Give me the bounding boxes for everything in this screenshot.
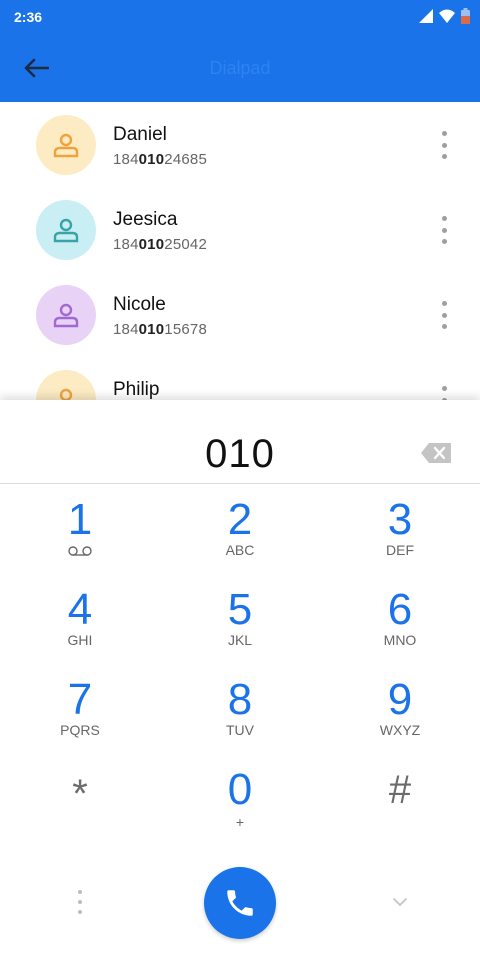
dialpad: 010 1 2 ABC 3 DEF 4 GHI 5 JKL 6 MNO 7 PQ… bbox=[0, 400, 480, 960]
digits-field[interactable]: 010 bbox=[0, 400, 480, 484]
key-digit: * bbox=[72, 772, 88, 816]
key-digit: 1 bbox=[67, 495, 93, 544]
contact-name: Daniel bbox=[113, 124, 167, 145]
collapse-dialpad-button[interactable] bbox=[388, 892, 412, 912]
call-button[interactable] bbox=[204, 867, 276, 939]
key-letters: TUV bbox=[226, 722, 254, 738]
avatar bbox=[36, 285, 96, 345]
app-title: Dialpad bbox=[209, 58, 271, 78]
key-4[interactable]: 4 GHI bbox=[0, 586, 160, 676]
key-5[interactable]: 5 JKL bbox=[160, 586, 320, 676]
person-icon bbox=[53, 133, 79, 158]
key-letters: DEF bbox=[386, 542, 414, 558]
key-digit: 9 bbox=[387, 675, 413, 724]
wifi-icon bbox=[439, 9, 455, 23]
key-7[interactable]: 7 PQRS bbox=[0, 676, 160, 766]
voicemail-icon bbox=[68, 546, 92, 556]
contact-number: 18401025042 bbox=[113, 236, 207, 253]
chevron-down-icon bbox=[393, 898, 407, 907]
key-letters: + bbox=[235, 814, 245, 830]
key-1[interactable]: 1 bbox=[0, 496, 160, 586]
key-digit: 4 bbox=[67, 585, 93, 634]
key-digit: 8 bbox=[227, 675, 253, 724]
key-digit: 3 bbox=[387, 495, 413, 544]
contact-name: Jeesica bbox=[113, 209, 178, 230]
key-8[interactable]: 8 TUV bbox=[160, 676, 320, 766]
status-bar: 2:36 bbox=[0, 0, 480, 34]
digits-text: 010 bbox=[205, 432, 275, 476]
key-0[interactable]: 0 + bbox=[160, 766, 320, 856]
key-letters: ABC bbox=[225, 542, 255, 558]
overflow-menu-button[interactable] bbox=[74, 890, 86, 914]
key-2[interactable]: 2 ABC bbox=[160, 496, 320, 586]
contact-number: 18401024685 bbox=[113, 151, 207, 168]
key-star[interactable]: * bbox=[0, 766, 160, 856]
dialpad-actions bbox=[0, 860, 480, 950]
phone-icon bbox=[227, 890, 253, 916]
key-3[interactable]: 3 DEF bbox=[320, 496, 480, 586]
contact-row[interactable]: Daniel 18401024685 bbox=[0, 102, 480, 187]
more-options-button[interactable] bbox=[436, 216, 452, 244]
status-time: 2:36 bbox=[14, 9, 43, 25]
key-6[interactable]: 6 MNO bbox=[320, 586, 480, 676]
avatar bbox=[36, 115, 96, 175]
contact-name: Nicole bbox=[113, 294, 166, 315]
key-letters: WXYZ bbox=[379, 722, 421, 738]
app-bar: Dialpad bbox=[0, 34, 480, 102]
avatar bbox=[36, 370, 96, 402]
key-letters: JKL bbox=[227, 632, 253, 648]
status-icons bbox=[419, 8, 470, 24]
person-icon bbox=[53, 218, 79, 243]
key-digit: 7 bbox=[67, 675, 93, 724]
contact-row[interactable]: Philip bbox=[0, 357, 480, 402]
key-pound[interactable]: # bbox=[320, 766, 480, 856]
contact-row[interactable]: Jeesica 18401025042 bbox=[0, 187, 480, 272]
key-digit: 5 bbox=[227, 585, 253, 634]
key-9[interactable]: 9 WXYZ bbox=[320, 676, 480, 766]
more-options-button[interactable] bbox=[436, 131, 452, 159]
key-digit: 6 bbox=[387, 585, 413, 634]
contact-list: Daniel 18401024685 Jeesica 18401025042 N… bbox=[0, 102, 480, 402]
contact-row[interactable]: Nicole 18401015678 bbox=[0, 272, 480, 357]
key-digit: # bbox=[388, 768, 412, 812]
cell-signal-icon bbox=[419, 9, 433, 23]
person-icon bbox=[53, 303, 79, 328]
battery-icon bbox=[461, 8, 470, 24]
contact-number: 18401015678 bbox=[113, 321, 207, 338]
key-letters: MNO bbox=[383, 632, 417, 648]
key-letters: PQRS bbox=[60, 722, 100, 738]
key-digit: 0 bbox=[227, 765, 253, 814]
more-options-button[interactable] bbox=[436, 301, 452, 329]
avatar bbox=[36, 200, 96, 260]
key-letters: GHI bbox=[67, 632, 93, 648]
key-digit: 2 bbox=[227, 495, 253, 544]
backspace-button[interactable] bbox=[420, 442, 452, 466]
contact-name: Philip bbox=[113, 379, 160, 400]
more-vert-icon bbox=[78, 890, 82, 894]
backspace-icon bbox=[421, 443, 451, 463]
